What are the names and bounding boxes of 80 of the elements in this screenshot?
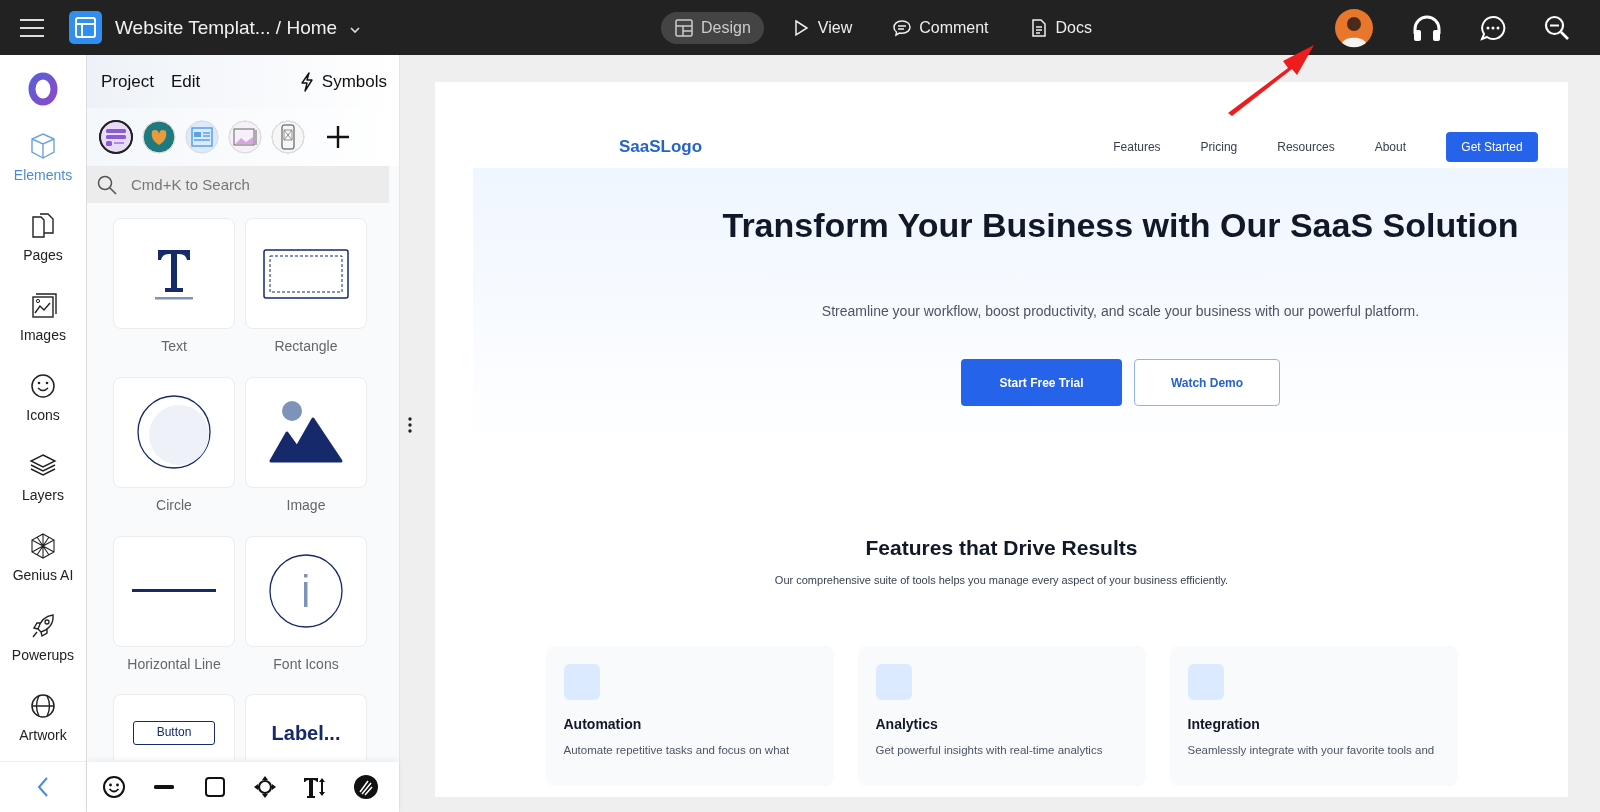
feature-title: Analytics: [875, 716, 939, 732]
hero-subtitle: Streamline your workflow, boost productivity, and scale your business with our powerful platform.: [821, 303, 1420, 319]
element-tile[interactable]: [113, 535, 235, 647]
feature-icon: [875, 664, 912, 700]
emoji-icon[interactable]: [102, 775, 127, 799]
nav-link[interactable]: About: [1374, 140, 1406, 154]
menu-item[interactable]: Edit: [170, 71, 201, 92]
chevron-left-icon[interactable]: [36, 776, 50, 798]
site-logo[interactable]: SaaSLogo: [619, 137, 703, 157]
move-icon[interactable]: [253, 775, 278, 799]
lightning-icon: [299, 71, 314, 92]
more-vertical-icon[interactable]: [408, 417, 412, 433]
element-tile[interactable]: [113, 376, 235, 488]
feature-title: Automation: [563, 716, 643, 732]
element-label: Text: [161, 337, 187, 356]
element-tile[interactable]: Button: [113, 694, 235, 761]
plus-icon[interactable]: [326, 125, 350, 149]
feature-text: Seamlessly integrate with your favorite tools and: [1187, 744, 1436, 756]
mode-tab[interactable]: Design: [661, 11, 764, 44]
rail-tab[interactable]: Icons: [0, 359, 87, 435]
genius-icon: [28, 531, 58, 561]
template-thumbnail[interactable]: [99, 120, 133, 154]
rail-tab[interactable]: Elements: [0, 119, 87, 195]
nav-link[interactable]: Features: [1113, 140, 1161, 154]
element-tile[interactable]: [245, 535, 367, 647]
feature-text: Get powerful insights with real-time analytics: [875, 744, 1104, 756]
comment-icon: [892, 17, 913, 38]
element-label: Rectangle: [274, 337, 338, 356]
search-field[interactable]: Cmd+K to Search: [87, 166, 389, 203]
rail-tab[interactable]: Genius AI: [0, 519, 87, 595]
menu-icon[interactable]: [18, 17, 46, 38]
headphones-icon[interactable]: [1412, 13, 1442, 42]
mode-tab[interactable]: Docs: [1015, 11, 1105, 44]
feature-icon: [1187, 664, 1224, 700]
feature-title: Integration: [1187, 716, 1261, 732]
element-tile[interactable]: [113, 218, 235, 329]
chat-icon[interactable]: [1480, 14, 1506, 41]
rail-tab[interactable]: Powerups: [0, 599, 87, 675]
element-label: Horizontal Line: [127, 654, 221, 674]
artwork-icon: [28, 691, 58, 721]
primary-button[interactable]: Start Free Trial: [961, 359, 1122, 406]
element-tile[interactable]: [245, 376, 367, 488]
info-icon: [269, 554, 343, 628]
element-label: Circle: [156, 495, 192, 515]
rail-tab[interactable]: Layers: [0, 439, 87, 515]
button-preview: Button: [133, 721, 215, 746]
hero-heading: Transform Your Business with Our SaaS Solution: [722, 206, 1519, 245]
search-icon: [97, 175, 117, 195]
rail-tab[interactable]: Images: [0, 279, 87, 355]
icons-icon: [28, 371, 58, 401]
mode-tab[interactable]: View: [777, 11, 866, 44]
brand-logo-icon[interactable]: [353, 775, 378, 799]
symbols-button[interactable]: Symbols: [299, 71, 387, 92]
square-tool-icon[interactable]: [202, 775, 227, 799]
chevron-down-icon[interactable]: [349, 25, 362, 34]
label-preview: Label...: [271, 721, 341, 746]
menu-item[interactable]: Project: [101, 71, 154, 92]
app-logo: [28, 72, 58, 106]
nav-link[interactable]: Resources: [1277, 140, 1335, 154]
avatar[interactable]: [1334, 7, 1374, 48]
feature-icon: [563, 664, 600, 700]
zoom-out-icon[interactable]: [1544, 14, 1570, 41]
element-tile[interactable]: [245, 218, 367, 329]
design-icon: [674, 17, 694, 38]
feature-text: Automate repetitive tasks and focus on what: [563, 744, 791, 756]
rail-tab[interactable]: Pages: [0, 199, 87, 275]
rail-tab[interactable]: Artwork: [0, 679, 87, 755]
get-started-button[interactable]: Get Started: [1446, 132, 1538, 162]
elements-icon: [28, 131, 58, 161]
element-tile[interactable]: Label...: [245, 694, 367, 761]
mode-tab[interactable]: Comment: [879, 11, 1002, 44]
document-title[interactable]: Website Templat... / Home: [115, 16, 338, 39]
nav-link[interactable]: Pricing: [1200, 140, 1238, 154]
element-label: Image: [286, 495, 326, 515]
text-size-icon[interactable]: [303, 775, 328, 799]
section-heading: Features that Drive Results: [865, 536, 1138, 560]
section-subtitle: Our comprehensive suite of tools helps you manage every aspect of your business efficiently.: [774, 574, 1229, 586]
layout-icon[interactable]: [69, 11, 102, 44]
secondary-button[interactable]: Watch Demo: [1134, 359, 1280, 406]
element-label: Font Icons: [273, 654, 339, 674]
